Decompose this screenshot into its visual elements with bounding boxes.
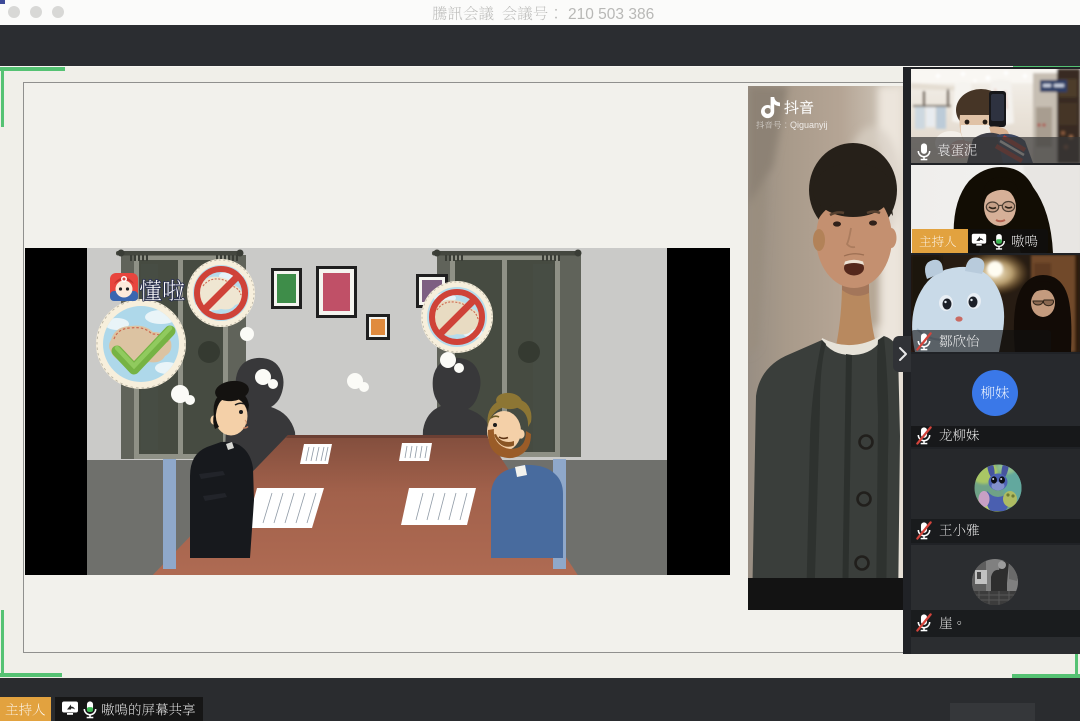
- svg-text:210 503 386: 210 503 386: [568, 6, 654, 23]
- svg-text:Qiguanyij: Qiguanyij: [790, 120, 828, 130]
